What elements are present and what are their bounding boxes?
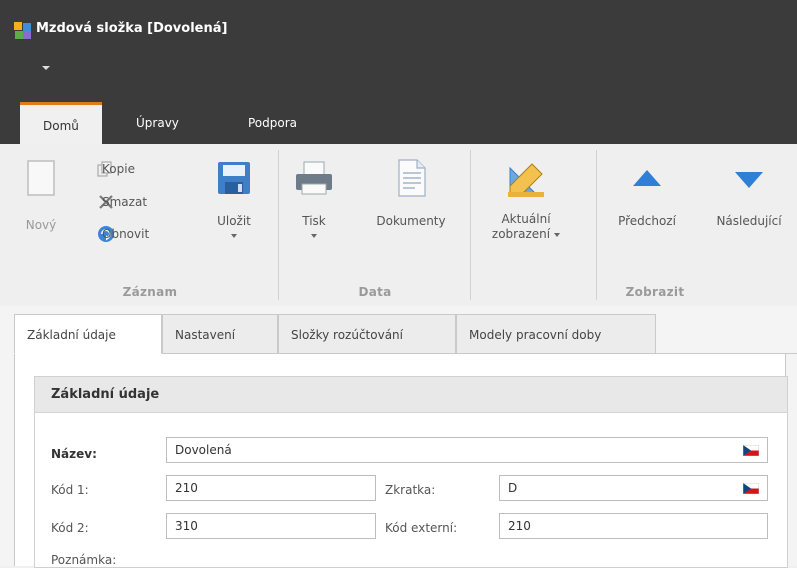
new-label: Nový xyxy=(25,218,57,232)
kod-externi-label: Kód externí: xyxy=(385,521,458,535)
tab-nastaveni[interactable]: Nastavení xyxy=(162,314,278,354)
zkratka-label: Zkratka: xyxy=(385,483,436,497)
basic-info-section: Základní údaje Název: Dovolená Kód 1: 21… xyxy=(34,376,788,568)
tab-domu[interactable]: Domů xyxy=(20,102,102,144)
czech-flag-icon[interactable] xyxy=(743,483,759,494)
nazev-value: Dovolená xyxy=(175,443,232,457)
documents-label: Dokumenty xyxy=(376,214,446,228)
section-title: Základní údaje xyxy=(35,377,787,413)
print-label: Tisk xyxy=(302,214,326,228)
save-dropdown-icon xyxy=(231,233,237,238)
nazev-input[interactable]: Dovolená xyxy=(166,437,768,463)
kod1-label: Kód 1: xyxy=(51,483,89,497)
previous-label: Předchozí xyxy=(618,214,676,228)
print-button[interactable]: Tisk xyxy=(290,158,338,242)
group-separator xyxy=(596,150,597,300)
tab-slozky-rozuctovani[interactable]: Složky rozúčtování xyxy=(278,314,456,354)
save-disk-icon xyxy=(218,162,250,194)
current-view-button[interactable]: Aktuální zobrazení xyxy=(480,158,572,242)
quick-access-dropdown-icon[interactable] xyxy=(42,66,50,70)
delete-button[interactable]: Smazat xyxy=(96,192,147,212)
czech-flag-icon[interactable] xyxy=(743,445,759,456)
current-view-dropdown-icon xyxy=(554,232,561,237)
group-label-zaznam: Záznam xyxy=(122,285,178,299)
group-separator xyxy=(470,150,471,300)
refresh-button[interactable]: Obnovit xyxy=(96,224,149,244)
arrow-up-icon xyxy=(633,170,661,186)
ribbon: Nový Kopie Smazat Obnovit Uložit Tisk Do… xyxy=(0,144,797,307)
title-bar: Mzdová složka [Dovolená] xyxy=(0,0,797,104)
new-document-icon xyxy=(27,160,55,196)
copy-label: Kopie xyxy=(102,162,135,176)
kod-externi-input[interactable]: 210 xyxy=(499,513,768,539)
document-icon xyxy=(398,159,426,197)
current-view-label-2: zobrazení xyxy=(491,227,551,241)
tab-upravy[interactable]: Úpravy xyxy=(120,104,195,142)
poznamka-label: Poznámka: xyxy=(51,553,117,567)
kod2-label: Kód 2: xyxy=(51,521,89,535)
window-title: Mzdová složka [Dovolená] xyxy=(36,21,228,36)
refresh-label: Obnovit xyxy=(102,227,150,241)
next-button[interactable]: Následující xyxy=(702,158,796,228)
save-label: Uložit xyxy=(217,214,251,228)
nazev-label: Název: xyxy=(51,447,97,461)
zkratka-value: D xyxy=(508,481,518,495)
tab-modely-pracovni-doby[interactable]: Modely pracovní doby xyxy=(456,314,656,354)
printer-icon xyxy=(296,161,332,195)
next-label: Následující xyxy=(716,214,782,228)
arrow-down-icon xyxy=(735,172,763,188)
new-button[interactable]: Nový xyxy=(18,158,64,232)
app-icon xyxy=(14,22,31,39)
group-separator xyxy=(278,150,279,300)
print-dropdown-icon xyxy=(311,233,317,238)
tab-zakladni-udaje[interactable]: Základní údaje xyxy=(14,314,162,354)
copy-button[interactable]: Kopie xyxy=(96,160,135,178)
group-label-zobrazit: Zobrazit xyxy=(625,285,685,299)
save-button[interactable]: Uložit xyxy=(208,158,260,242)
previous-button[interactable]: Předchozí xyxy=(604,158,690,228)
kod1-input[interactable]: 210 xyxy=(166,475,376,501)
group-label-data: Data xyxy=(358,285,392,299)
documents-button[interactable]: Dokumenty xyxy=(364,158,458,228)
kod2-input[interactable]: 310 xyxy=(166,513,376,539)
ruler-pencil-icon xyxy=(508,163,544,197)
tab-podpora[interactable]: Podpora xyxy=(232,104,313,142)
current-view-label-1: Aktuální xyxy=(501,212,551,226)
delete-label: Smazat xyxy=(102,195,148,209)
zkratka-input[interactable]: D xyxy=(499,475,768,501)
